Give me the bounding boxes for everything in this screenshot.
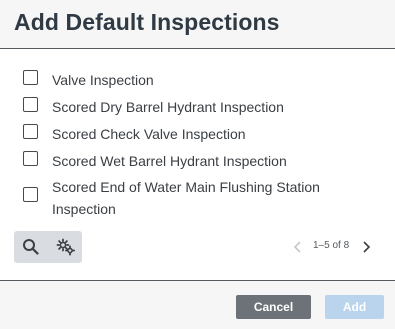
settings-button[interactable] bbox=[48, 231, 82, 263]
inspection-checkbox[interactable] bbox=[23, 70, 38, 85]
pager-next-button[interactable] bbox=[360, 240, 372, 254]
search-icon bbox=[23, 239, 39, 255]
inspection-label: Valve Inspection bbox=[52, 72, 154, 88]
inspection-label: Scored End of Water Main Flushing Statio… bbox=[52, 179, 320, 217]
inspection-label: Scored Dry Barrel Hydrant Inspection bbox=[52, 99, 284, 115]
add-default-inspections-dialog: Add Default Inspections Valve Inspection… bbox=[0, 0, 395, 329]
gears-icon bbox=[56, 238, 76, 256]
add-button[interactable]: Add bbox=[325, 295, 384, 319]
dialog-title: Add Default Inspections bbox=[14, 9, 280, 35]
inspection-label: Scored Wet Barrel Hydrant Inspection bbox=[52, 153, 287, 169]
dialog-footer: Cancel Add bbox=[0, 280, 395, 329]
inspection-checkbox[interactable] bbox=[23, 151, 38, 166]
chevron-left-icon bbox=[293, 241, 301, 253]
inspection-checkbox[interactable] bbox=[23, 187, 38, 202]
pager-prev-button[interactable] bbox=[292, 240, 304, 254]
search-button[interactable] bbox=[14, 231, 48, 263]
list-toolbar bbox=[14, 231, 82, 263]
inspection-checkbox[interactable] bbox=[23, 97, 38, 112]
cancel-button[interactable]: Cancel bbox=[236, 295, 311, 319]
pager-range: 1–5 of 8 bbox=[313, 240, 350, 251]
chevron-right-icon bbox=[363, 241, 371, 253]
inspection-checkbox[interactable] bbox=[23, 124, 38, 139]
inspection-label: Scored Check Valve Inspection bbox=[52, 126, 246, 142]
dialog-header: Add Default Inspections bbox=[0, 0, 395, 49]
